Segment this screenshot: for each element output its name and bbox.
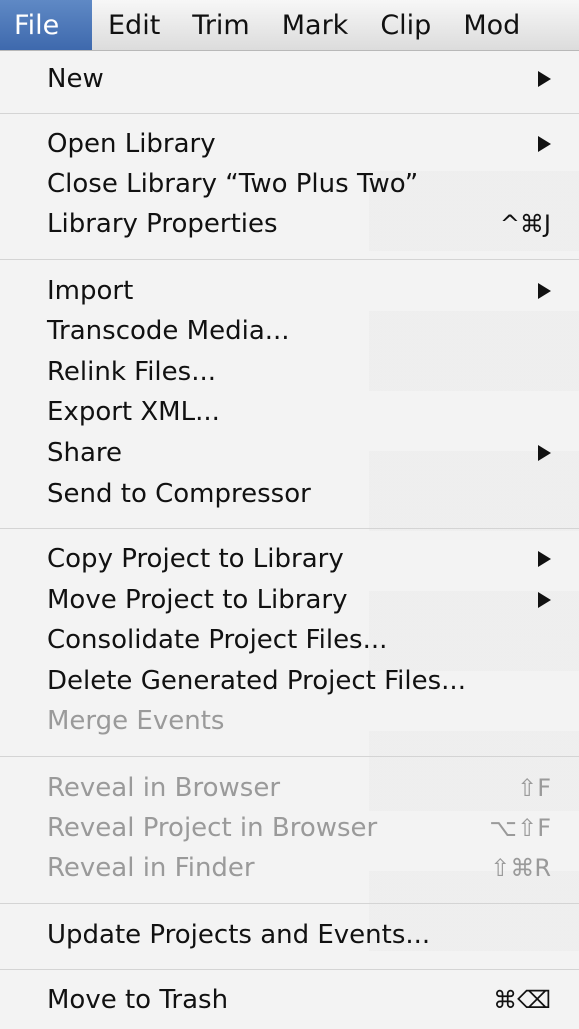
menu-item-delete-generated-files[interactable]: Delete Generated Project Files...	[0, 661, 579, 701]
menu-item-label: New	[47, 64, 104, 94]
menu-item-label: Close Library “Two Plus Two”	[47, 169, 419, 199]
menu-separator	[0, 113, 579, 114]
menu-item-shortcut: ^⌘J	[499, 210, 551, 238]
menu-item-label: Reveal in Finder	[47, 853, 255, 883]
menu-separator	[0, 528, 579, 529]
menu-item-label: Import	[47, 276, 134, 306]
menu-item-label: Open Library	[47, 129, 216, 159]
menu-separator	[0, 969, 579, 970]
menu-item-label: Copy Project to Library	[47, 544, 344, 574]
menu-item-reveal-project-in-browser: Reveal Project in Browser ⌥⇧F	[0, 808, 579, 848]
menu-item-update-projects-events[interactable]: Update Projects and Events...	[0, 915, 579, 955]
menubar-edit[interactable]: Edit	[92, 0, 176, 50]
menu-item-label: Export XML...	[47, 397, 220, 427]
menubar-trim[interactable]: Trim	[176, 0, 265, 50]
menu-item-label: Move Project to Library	[47, 585, 348, 615]
menu-item-consolidate-project-files[interactable]: Consolidate Project Files...	[0, 620, 579, 660]
menu-item-shortcut: ⌘⌫	[493, 986, 551, 1014]
menu-item-label: Send to Compressor	[47, 479, 311, 509]
menu-item-transcode-media[interactable]: Transcode Media...	[0, 311, 579, 351]
menu-item-label: Transcode Media...	[47, 316, 290, 346]
menu-item-export-xml[interactable]: Export XML...	[0, 392, 579, 432]
menu-item-shortcut: ⇧⌘R	[490, 854, 551, 882]
submenu-arrow-icon	[538, 71, 551, 87]
menubar-modify[interactable]: Mod	[447, 0, 536, 50]
menu-bar: File Edit Trim Mark Clip Mod	[0, 0, 579, 51]
menubar-file[interactable]: File	[0, 0, 92, 50]
file-menu: New Open Library Close Library “Two Plus…	[0, 51, 579, 1029]
menu-item-label: Reveal in Browser	[47, 773, 281, 803]
menu-item-label: Move to Trash	[47, 985, 229, 1015]
menubar-mark[interactable]: Mark	[266, 0, 365, 50]
menu-item-move-project[interactable]: Move Project to Library	[0, 580, 579, 620]
menu-item-label: Update Projects and Events...	[47, 920, 431, 950]
menu-item-shortcut: ⌥⇧F	[489, 814, 551, 842]
menu-item-send-to-compressor[interactable]: Send to Compressor	[0, 474, 579, 514]
menu-item-library-properties[interactable]: Library Properties ^⌘J	[0, 204, 579, 244]
menu-item-label: Library Properties	[47, 209, 278, 239]
screen: File Edit Trim Mark Clip Mod New Open Li…	[0, 0, 579, 1029]
menu-item-import[interactable]: Import	[0, 271, 579, 311]
menu-item-move-to-trash[interactable]: Move to Trash ⌘⌫	[0, 980, 579, 1020]
menu-item-label: Reveal Project in Browser	[47, 813, 378, 843]
menu-item-label: Merge Events	[47, 706, 225, 736]
menu-item-label: Relink Files...	[47, 357, 216, 387]
menu-item-close-library[interactable]: Close Library “Two Plus Two”	[0, 164, 579, 204]
menu-item-relink-files[interactable]: Relink Files...	[0, 352, 579, 392]
submenu-arrow-icon	[538, 136, 551, 152]
menu-separator	[0, 903, 579, 904]
menu-item-open-library[interactable]: Open Library	[0, 124, 579, 164]
submenu-arrow-icon	[538, 283, 551, 299]
menu-item-label: Delete Generated Project Files...	[47, 666, 466, 696]
menu-item-label: Consolidate Project Files...	[47, 625, 388, 655]
submenu-arrow-icon	[538, 445, 551, 461]
submenu-arrow-icon	[538, 592, 551, 608]
menu-separator	[0, 756, 579, 757]
menu-item-merge-events: Merge Events	[0, 701, 579, 741]
menu-item-reveal-in-browser: Reveal in Browser ⇧F	[0, 768, 579, 808]
menu-item-share[interactable]: Share	[0, 433, 579, 473]
menubar-clip[interactable]: Clip	[364, 0, 447, 50]
submenu-arrow-icon	[538, 551, 551, 567]
menu-item-copy-project[interactable]: Copy Project to Library	[0, 539, 579, 579]
menu-item-new[interactable]: New	[0, 59, 579, 99]
menu-separator	[0, 259, 579, 260]
menu-item-reveal-in-finder: Reveal in Finder ⇧⌘R	[0, 848, 579, 888]
menu-item-shortcut: ⇧F	[517, 774, 551, 802]
menu-item-label: Share	[47, 438, 123, 468]
